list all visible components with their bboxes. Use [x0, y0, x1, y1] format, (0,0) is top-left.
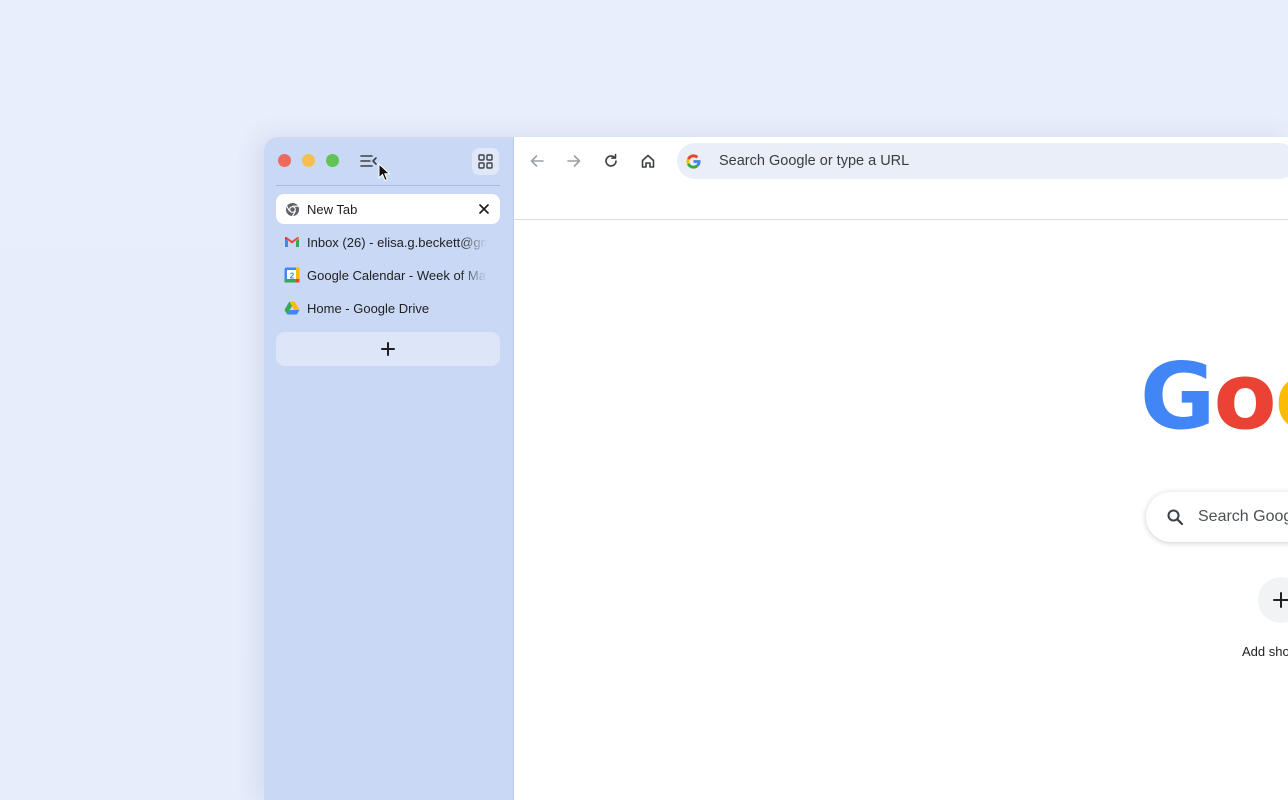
mouse-cursor-icon [378, 163, 391, 182]
new-tab-button[interactable] [276, 332, 500, 366]
close-window-button[interactable] [278, 154, 291, 167]
google-g-icon [684, 152, 702, 170]
svg-text:2: 2 [290, 272, 295, 281]
google-logo: Goo [1140, 343, 1288, 450]
plus-icon [381, 342, 395, 356]
address-bar-placeholder: Search Google or type a URL [719, 153, 910, 169]
tab-new-tab[interactable]: New Tab [276, 194, 500, 224]
browser-window: New Tab Inbox (26) - elisa.g.beckett@gma… [264, 137, 1288, 800]
forward-button[interactable] [562, 149, 586, 173]
back-button[interactable] [525, 149, 549, 173]
browser-toolbar: Search Google or type a URL [514, 137, 1288, 185]
logo-letter-g: G [1140, 343, 1216, 450]
add-shortcut-label: Add shortcut [1242, 644, 1288, 659]
plus-icon [1273, 592, 1288, 608]
drive-icon [284, 300, 300, 316]
vertical-tab-sidebar: New Tab Inbox (26) - elisa.g.beckett@gma… [264, 137, 514, 800]
home-button[interactable] [636, 149, 660, 173]
add-shortcut-button[interactable] [1258, 577, 1288, 623]
minimize-window-button[interactable] [302, 154, 315, 167]
close-tab-button[interactable] [476, 201, 492, 217]
reload-icon [605, 153, 617, 167]
chrome-icon [284, 201, 300, 217]
zoom-window-button[interactable] [326, 154, 339, 167]
tab-google-calendar[interactable]: 2 Google Calendar - Week of March [276, 260, 500, 290]
tab-google-drive[interactable]: Home - Google Drive [276, 293, 500, 323]
search-input[interactable]: Search Google or type a URL [1146, 492, 1288, 542]
gmail-icon [284, 234, 300, 250]
home-icon [641, 154, 655, 168]
collapse-sidebar-icon [360, 155, 377, 167]
close-icon [479, 204, 489, 214]
sidebar-divider [276, 185, 500, 186]
logo-letter-o1: o [1213, 343, 1277, 450]
grid-icon [478, 154, 493, 169]
reload-button[interactable] [599, 149, 623, 173]
tab-title: Inbox (26) - elisa.g.beckett@gmail.com [307, 234, 487, 250]
collapse-sidebar-button[interactable] [358, 151, 380, 171]
tab-title: Google Calendar - Week of March [307, 267, 487, 283]
tab-title: Home - Google Drive [307, 300, 430, 316]
tab-gmail-inbox[interactable]: Inbox (26) - elisa.g.beckett@gmail.com [276, 227, 500, 257]
arrow-right-icon [567, 155, 581, 167]
search-placeholder: Search Google or type a URL [1198, 508, 1288, 525]
address-bar[interactable]: Search Google or type a URL [677, 143, 1288, 179]
arrow-left-icon [530, 155, 544, 167]
new-tab-page: Goo Search Google or type a URL Add shor… [514, 220, 1288, 800]
calendar-icon: 2 [284, 267, 300, 283]
tab-search-button[interactable] [472, 148, 499, 175]
bookmarks-bar [514, 185, 1288, 220]
tab-title: New Tab [307, 201, 358, 217]
logo-letter-o2: o [1275, 343, 1288, 450]
search-icon [1164, 506, 1186, 528]
